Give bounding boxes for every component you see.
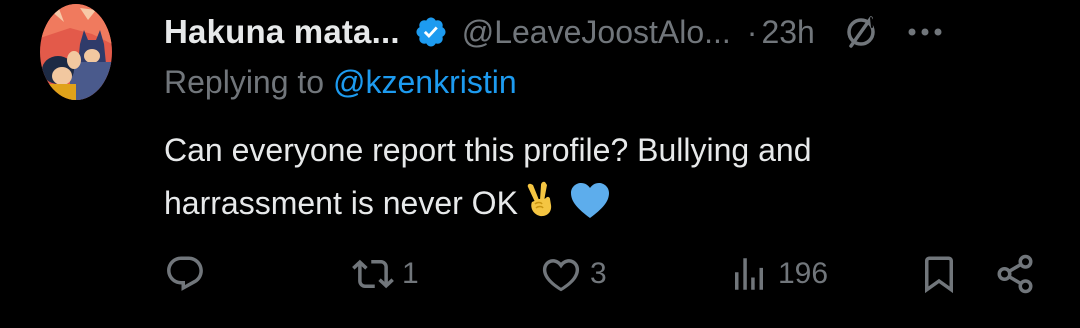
bookmark-icon: [918, 253, 960, 295]
tweet-timestamp[interactable]: 23h: [761, 14, 814, 51]
replying-to-handle-link[interactable]: @kzenkristin: [333, 64, 517, 100]
retweet-icon: [352, 253, 394, 295]
reply-button[interactable]: [164, 250, 214, 298]
tweet-text-line-content: harrassment is never OK: [164, 185, 518, 221]
heart-icon: [540, 253, 582, 295]
victory-hand-emoji-icon: [522, 180, 560, 236]
share-button[interactable]: [994, 250, 1036, 298]
like-count: 3: [590, 257, 607, 290]
retweet-count: 1: [402, 257, 419, 290]
like-button[interactable]: 3: [540, 250, 607, 298]
grok-icon[interactable]: [841, 12, 881, 52]
replying-prefix: Replying to: [164, 64, 325, 100]
views-icon: [728, 253, 770, 295]
tweet-header: Hakuna mata... @LeaveJoostAlo... · 23h: [164, 8, 1044, 56]
action-bar: 1 3 196: [0, 250, 1080, 298]
tweet-text-line: harrassment is never OK: [164, 177, 1024, 236]
views-count: 196: [778, 257, 829, 290]
author-handle[interactable]: @LeaveJoostAlo...: [462, 14, 731, 51]
blue-heart-emoji-icon: [570, 182, 610, 236]
replying-to-line: Replying to @kzenkristin: [164, 64, 517, 101]
verified-badge-icon[interactable]: [414, 15, 448, 49]
views-button[interactable]: 196: [728, 250, 828, 298]
retweet-button[interactable]: 1: [352, 250, 419, 298]
share-icon: [994, 253, 1036, 295]
separator-dot: ·: [746, 13, 758, 50]
bookmark-button[interactable]: [918, 250, 960, 298]
tweet[interactable]: Hakuna mata... @LeaveJoostAlo... · 23h R…: [0, 0, 1080, 328]
tweet-text-line: Can everyone report this profile? Bullyi…: [164, 132, 812, 168]
author-display-name[interactable]: Hakuna mata...: [164, 13, 400, 51]
avatar[interactable]: [40, 4, 112, 100]
tweet-text: Can everyone report this profile? Bullyi…: [164, 124, 1024, 236]
more-options-icon[interactable]: [905, 12, 945, 52]
reply-icon: [164, 253, 206, 295]
